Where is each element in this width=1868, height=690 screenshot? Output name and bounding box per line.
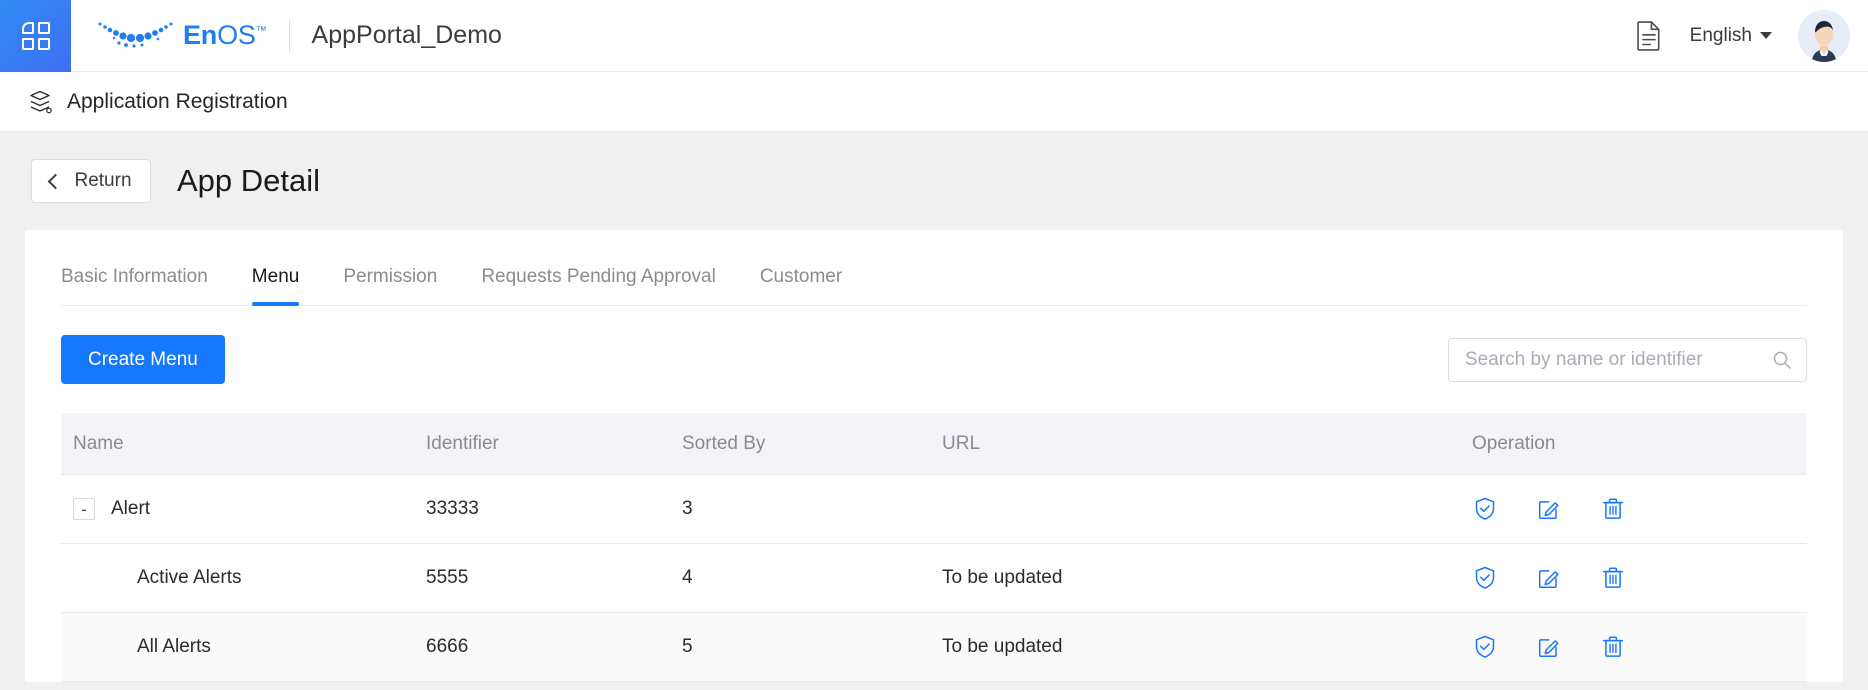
- row-expander-toggle[interactable]: -: [73, 498, 95, 520]
- cell-url: To be updated: [942, 567, 1472, 589]
- search-icon[interactable]: [1772, 350, 1792, 370]
- column-header-identifier: Identifier: [426, 433, 682, 455]
- tab-bar: Basic InformationMenuPermissionRequests …: [61, 230, 1807, 306]
- shield-check-icon[interactable]: [1472, 565, 1498, 591]
- cell-sorted-by: 3: [682, 498, 942, 520]
- row-name-label: All Alerts: [137, 636, 211, 658]
- document-icon[interactable]: [1634, 19, 1664, 53]
- column-header-sorted-by: Sorted By: [682, 433, 942, 455]
- shield-check-icon[interactable]: [1472, 634, 1498, 660]
- layers-stack-icon: [26, 88, 54, 116]
- operation-actions: [1472, 634, 1807, 660]
- cell-name: All Alerts: [61, 636, 426, 658]
- chevron-down-icon: [1760, 32, 1772, 39]
- top-bar-right-actions: English: [1634, 10, 1868, 62]
- column-header-url: URL: [942, 433, 1472, 455]
- row-name-label: Alert: [111, 498, 150, 520]
- cell-name: -Alert: [61, 498, 426, 520]
- tab-requests-pending-approval[interactable]: Requests Pending Approval: [459, 266, 738, 305]
- chevron-left-icon: [48, 173, 64, 189]
- brand-logo: EnOS™: [95, 19, 267, 53]
- cell-name: Active Alerts: [61, 567, 426, 589]
- brand-name-os: OS: [217, 20, 256, 50]
- delete-trash-icon[interactable]: [1600, 565, 1626, 591]
- cell-operation: [1472, 634, 1807, 660]
- app-title: AppPortal_Demo: [312, 21, 502, 50]
- brand-name-en: En: [183, 20, 217, 50]
- top-bar: EnOS™ AppPortal_Demo English: [0, 0, 1868, 72]
- cell-sorted-by: 5: [682, 636, 942, 658]
- page-header: Return App Detail: [0, 132, 1868, 230]
- cell-identifier: 6666: [426, 636, 682, 658]
- detail-card: Basic InformationMenuPermissionRequests …: [25, 230, 1843, 682]
- table-row[interactable]: Active Alerts 55554To be updated: [61, 544, 1807, 613]
- return-button-label: Return: [74, 170, 131, 192]
- operation-actions: [1472, 565, 1807, 591]
- brand-name: EnOS™: [183, 20, 267, 51]
- cell-identifier: 33333: [426, 498, 682, 520]
- column-header-name: Name: [61, 433, 426, 455]
- page-title: App Detail: [177, 163, 320, 199]
- avatar[interactable]: [1798, 10, 1850, 62]
- operation-actions: [1472, 496, 1807, 522]
- edit-pencil-icon[interactable]: [1536, 496, 1562, 522]
- cell-operation: [1472, 496, 1807, 522]
- table-body: -Alert333333Active Alerts55554To be upda…: [61, 475, 1807, 682]
- cell-operation: [1472, 565, 1807, 591]
- cell-url: To be updated: [942, 636, 1472, 658]
- edit-pencil-icon[interactable]: [1536, 565, 1562, 591]
- search-input[interactable]: [1465, 349, 1772, 371]
- search-box[interactable]: [1448, 338, 1807, 382]
- shield-check-icon[interactable]: [1472, 496, 1498, 522]
- enos-dots-mark: [95, 19, 181, 53]
- table-row[interactable]: -Alert333333: [61, 475, 1807, 544]
- tab-menu[interactable]: Menu: [230, 266, 322, 305]
- column-header-operation: Operation: [1472, 433, 1807, 455]
- brand-separator: [289, 21, 290, 51]
- row-name-label: Active Alerts: [137, 567, 242, 589]
- breadcrumb-label: Application Registration: [67, 90, 288, 114]
- return-button[interactable]: Return: [31, 159, 151, 203]
- user-avatar-illustration: [1798, 10, 1850, 62]
- edit-pencil-icon[interactable]: [1536, 634, 1562, 660]
- table-row[interactable]: All Alerts 66665To be updated: [61, 613, 1807, 682]
- table-header-row: Name Identifier Sorted By URL Operation: [61, 413, 1807, 475]
- app-launcher-button[interactable]: [0, 0, 71, 72]
- tab-permission[interactable]: Permission: [321, 266, 459, 305]
- tab-customer[interactable]: Customer: [738, 266, 864, 305]
- brand-trademark: ™: [256, 25, 267, 37]
- cell-identifier: 5555: [426, 567, 682, 589]
- create-menu-button[interactable]: Create Menu: [61, 335, 225, 384]
- table-toolbar: Create Menu: [61, 306, 1807, 384]
- language-selector[interactable]: English: [1690, 25, 1772, 47]
- delete-trash-icon[interactable]: [1600, 496, 1626, 522]
- grid-apps-icon: [21, 21, 51, 51]
- breadcrumb: Application Registration: [0, 72, 1868, 132]
- tab-basic-information[interactable]: Basic Information: [61, 266, 230, 305]
- language-label: English: [1690, 25, 1752, 47]
- cell-sorted-by: 4: [682, 567, 942, 589]
- delete-trash-icon[interactable]: [1600, 634, 1626, 660]
- menu-table: Name Identifier Sorted By URL Operation …: [61, 413, 1807, 682]
